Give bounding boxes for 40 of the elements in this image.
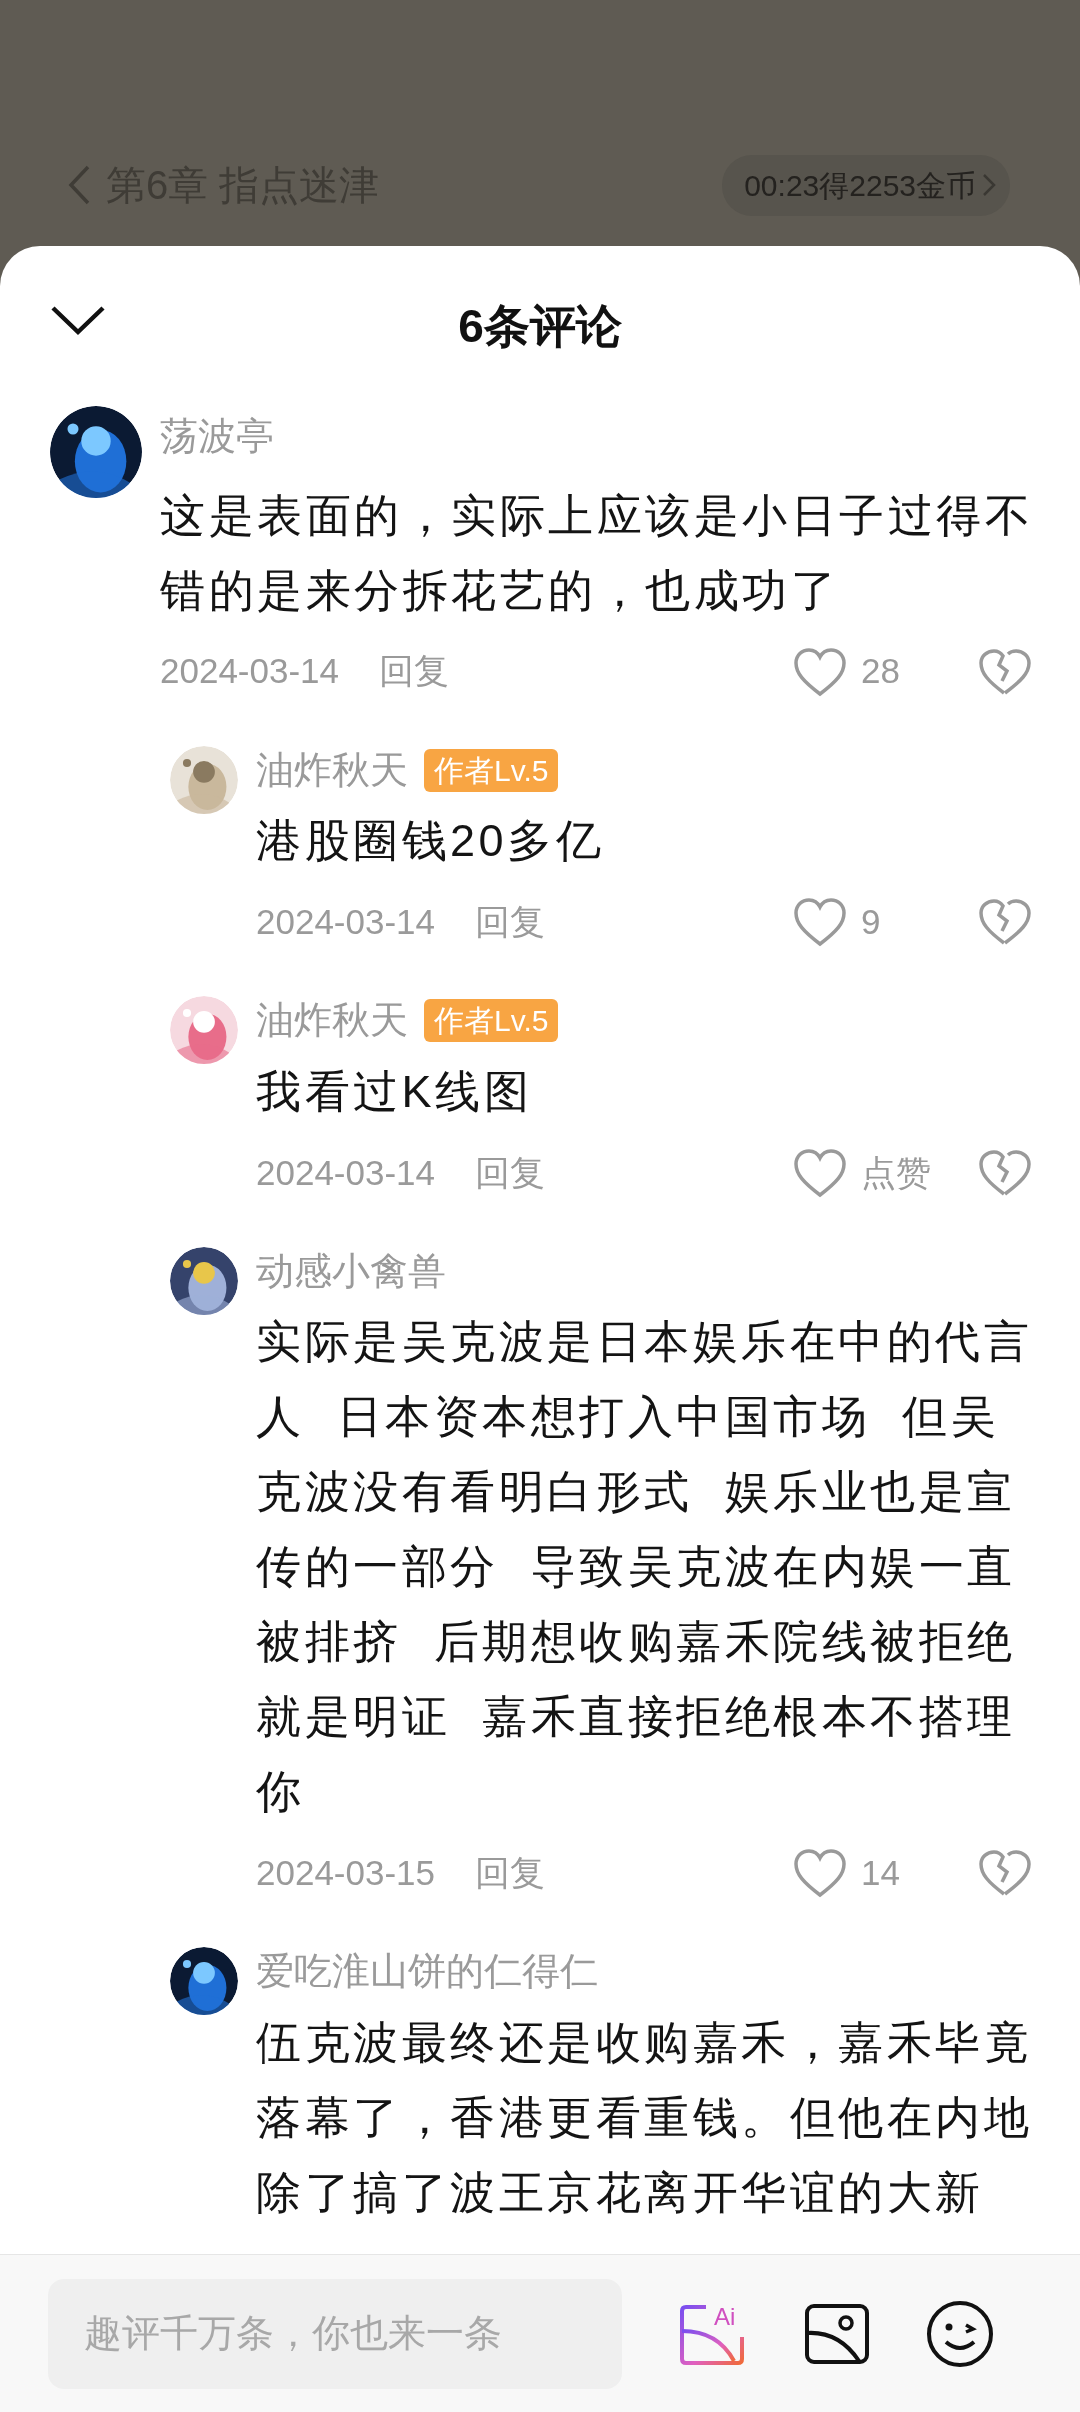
chevron-icon	[982, 172, 996, 198]
reply-link[interactable]: 回复	[379, 645, 450, 698]
heart-icon[interactable]	[793, 646, 847, 697]
like-count: 14	[861, 1852, 900, 1895]
emoji-icon[interactable]	[926, 2299, 994, 2368]
comment-date: 2024-03-14	[160, 650, 340, 693]
ai-button[interactable]: Ai	[678, 2300, 748, 2367]
reply-link[interactable]: 回复	[475, 895, 546, 949]
comment-text: 伍克波最终还是收购嘉禾，嘉禾毕竟落幕了，香港更看重钱。但他在内地除了搞了波王京花离开华谊的大新	[256, 2015, 1033, 2220]
broken-heart-icon[interactable]	[978, 898, 1032, 947]
like-count: 点赞	[861, 1151, 931, 1194]
back-icon[interactable]	[66, 163, 92, 207]
author-name: 动感小禽兽	[256, 1248, 446, 1294]
heart-icon[interactable]	[793, 1848, 847, 1899]
reply-link[interactable]: 回复	[475, 1146, 546, 1200]
reply-link[interactable]: 回复	[475, 1847, 546, 1900]
comments-title: 6条评论	[458, 298, 622, 354]
author-badge: 作者Lv.5	[424, 999, 559, 1043]
broken-heart-icon[interactable]	[978, 647, 1032, 696]
comment-input[interactable]: 趣评千万条，你也来一条	[48, 2278, 622, 2389]
broken-heart-icon[interactable]	[978, 1849, 1032, 1898]
broken-heart-icon[interactable]	[978, 1148, 1032, 1197]
heart-icon[interactable]	[793, 897, 847, 948]
author-name: 荡波亭	[160, 414, 274, 459]
comment-text: 我看过K线图	[256, 1064, 533, 1119]
comment-text: 这是表面的，实际上应该是小日子过得不错的是来分拆花艺的，也成功了	[160, 488, 1034, 618]
author-name: 油炸秋天	[256, 747, 408, 793]
comment-date: 2024-03-14	[256, 1151, 436, 1194]
author-name: 油炸秋天	[256, 998, 408, 1044]
collapse-icon[interactable]	[50, 304, 106, 336]
author-badge: 作者Lv.5	[424, 748, 559, 792]
image-icon[interactable]	[804, 2302, 870, 2365]
comment-text: 港股圈钱20多亿	[256, 814, 606, 869]
like-count: 28	[861, 650, 900, 693]
heart-icon[interactable]	[793, 1147, 847, 1198]
like-count: 9	[861, 900, 881, 943]
comment-date: 2024-03-15	[256, 1852, 436, 1895]
comment-date: 2024-03-14	[256, 900, 436, 943]
comment-text: 实际是吴克波是日本娱乐在中的代言人 日本资本想打入中国市场 但吴克波没有看明白形式 娱乐业也是宣传的一部分 导致吴克波在内娱一直被排挤 后期想收购嘉禾院线被拒绝就是明证 嘉禾直接拒绝根本不搭理你	[256, 1315, 1033, 1820]
author-name: 爱吃淮山饼的仁得仁	[256, 1949, 598, 1995]
